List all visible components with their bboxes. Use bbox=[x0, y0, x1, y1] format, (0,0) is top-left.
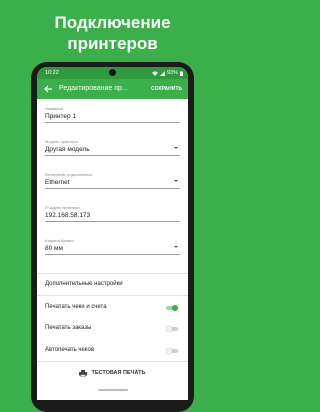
wifi-icon bbox=[151, 71, 158, 76]
save-button[interactable]: СОХРАНИТЬ bbox=[151, 86, 182, 92]
paper-width-select[interactable]: Ширина бумаги 80 мм bbox=[45, 238, 180, 255]
toggle-thumb bbox=[172, 305, 178, 311]
print-receipts-row: Печатать чеки и счета bbox=[45, 302, 180, 314]
name-field-value: Принтер 1 bbox=[45, 113, 77, 120]
ip-address-value: 192.168.58.173 bbox=[45, 212, 91, 219]
page-title: Редактирование пр... bbox=[59, 85, 128, 92]
field-underline bbox=[45, 155, 180, 156]
paper-width-value: 80 мм bbox=[45, 245, 63, 252]
toggle-thumb bbox=[166, 348, 172, 354]
section-divider bbox=[37, 361, 188, 362]
print-orders-label: Печатать заказы bbox=[45, 325, 92, 331]
interface-select[interactable]: Интерфейс подключения Ethernet bbox=[45, 172, 180, 189]
print-orders-toggle[interactable] bbox=[166, 326, 178, 332]
advanced-settings-label: Дополнительные настройки bbox=[45, 281, 123, 287]
print-receipts-toggle[interactable] bbox=[166, 305, 178, 311]
back-arrow-icon[interactable] bbox=[43, 84, 53, 94]
printer-icon bbox=[79, 369, 88, 377]
ip-address-field[interactable]: IP-адрес принтера 192.168.58.173 bbox=[45, 205, 180, 222]
dropdown-arrow-icon bbox=[174, 180, 178, 182]
field-underline bbox=[45, 254, 180, 255]
status-time: 10:22 bbox=[45, 70, 59, 76]
status-bar: 10:22 93% bbox=[37, 67, 188, 79]
printer-model-value: Другая модель bbox=[45, 146, 90, 153]
interface-value: Ethernet bbox=[45, 179, 70, 186]
promo-title: Подключение принтеров bbox=[0, 12, 225, 54]
battery-icon bbox=[180, 71, 183, 76]
promo-title-line1: Подключение bbox=[54, 13, 171, 32]
interface-label: Интерфейс подключения bbox=[45, 172, 92, 177]
app-screen: 10:22 93% Редактирование пр... СОХРАНИТЬ… bbox=[37, 67, 188, 400]
signal-icon bbox=[159, 70, 165, 76]
paper-width-label: Ширина бумаги bbox=[45, 238, 74, 243]
test-print-label: ТЕСТОВАЯ ПЕЧАТЬ bbox=[91, 370, 146, 376]
print-receipts-label: Печатать чеки и счета bbox=[45, 304, 107, 310]
field-underline bbox=[45, 188, 180, 189]
app-bar: Редактирование пр... СОХРАНИТЬ bbox=[37, 79, 188, 99]
autoprint-label: Автопечать чеков bbox=[45, 347, 95, 353]
section-divider bbox=[37, 273, 188, 274]
camera-cutout bbox=[109, 69, 116, 76]
dropdown-arrow-icon bbox=[174, 246, 178, 248]
autoprint-row: Автопечать чеков bbox=[45, 345, 180, 357]
toggle-thumb bbox=[166, 326, 172, 332]
printer-model-label: Модель принтера bbox=[45, 139, 78, 144]
autoprint-toggle[interactable] bbox=[166, 348, 178, 354]
print-orders-row: Печатать заказы bbox=[45, 323, 180, 335]
home-indicator[interactable] bbox=[98, 389, 128, 391]
name-field[interactable]: Название Принтер 1 bbox=[45, 106, 180, 123]
field-underline bbox=[45, 221, 180, 222]
section-divider bbox=[37, 295, 188, 296]
field-underline bbox=[45, 122, 180, 123]
promo-title-line2: принтеров bbox=[67, 34, 158, 53]
name-field-label: Название bbox=[45, 106, 63, 111]
dropdown-arrow-icon bbox=[174, 147, 178, 149]
battery-percent: 93% bbox=[166, 70, 178, 76]
printer-model-select[interactable]: Модель принтера Другая модель bbox=[45, 139, 180, 156]
test-print-button[interactable]: ТЕСТОВАЯ ПЕЧАТЬ bbox=[37, 366, 188, 380]
advanced-settings-item[interactable]: Дополнительные настройки bbox=[45, 279, 180, 291]
status-icons: 93% bbox=[151, 70, 183, 76]
ip-address-label: IP-адрес принтера bbox=[45, 205, 80, 210]
